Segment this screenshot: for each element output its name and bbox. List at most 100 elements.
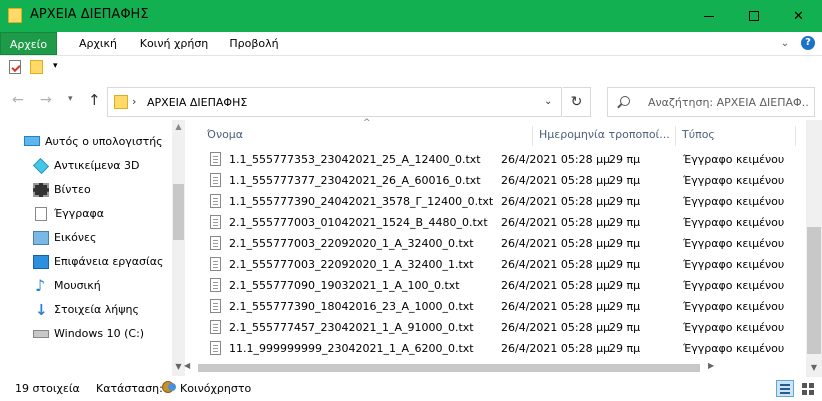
- file-date: 26/4/2021 05:28 μμ: [501, 300, 611, 313]
- text-file-icon: [210, 194, 221, 208]
- sidebar-item-downloads[interactable]: ↓ Στοιχεία λήψης: [0, 298, 168, 322]
- file-type: Έγγραφο κειμένου: [683, 195, 785, 208]
- forward-arrow-icon[interactable]: →: [40, 92, 52, 108]
- breadcrumb-chevron-icon[interactable]: ›: [132, 95, 136, 108]
- column-header-name[interactable]: Όνομα: [207, 128, 532, 150]
- text-file-icon: [210, 215, 221, 229]
- sidebar-item-documents[interactable]: Έγγραφα: [0, 202, 168, 226]
- navigation-pane: Αυτός ο υπολογιστής Αντικείμενα 3D Βίντε…: [0, 120, 185, 376]
- search-icon: [620, 96, 630, 106]
- scrollbar-thumb[interactable]: [173, 184, 184, 240]
- address-bar[interactable]: › ΑΡΧΕΙΑ ΔΙΕΠΑΦΗΣ ⌄: [107, 87, 562, 117]
- file-date: 26/4/2021 05:28 μμ: [501, 321, 611, 334]
- sidebar-scrollbar[interactable]: ▲ ▼: [172, 120, 185, 376]
- refresh-button[interactable]: ↻: [563, 87, 591, 117]
- column-header-type[interactable]: Τύπος: [682, 128, 792, 150]
- text-file-icon: [210, 278, 221, 292]
- table-row[interactable]: 11.1_999999999_23042021_1_A_6200_0.txt 2…: [197, 339, 801, 360]
- cube-icon: [33, 158, 49, 174]
- hard-drive-icon: [33, 330, 49, 338]
- sidebar-item-pictures[interactable]: Εικόνες: [0, 226, 168, 250]
- text-file-icon: [210, 236, 221, 250]
- file-name: 1.1_555777390_24042021_3578_Γ_12400_0.tx…: [229, 195, 494, 208]
- address-dropdown-icon[interactable]: ⌄: [544, 96, 552, 107]
- new-folder-icon[interactable]: [30, 60, 43, 74]
- scroll-up-icon[interactable]: ▲: [172, 122, 185, 131]
- file-date: 26/4/2021 05:28 μμ: [501, 195, 611, 208]
- column-divider[interactable]: [795, 126, 796, 146]
- close-button[interactable]: ✕: [776, 0, 821, 32]
- file-date: 26/4/2021 05:28 μμ: [501, 258, 611, 271]
- sidebar-item-label: Εικόνες: [54, 231, 97, 244]
- file-name: 2.1_555777090_19032021_1_A_100_0.txt: [229, 279, 460, 292]
- large-icons-view-icon[interactable]: [800, 380, 816, 397]
- details-view-icon[interactable]: [776, 380, 794, 397]
- tab-view[interactable]: Προβολή: [222, 32, 286, 55]
- desktop-icon: [33, 255, 49, 269]
- file-size: 29 πμ: [609, 300, 641, 313]
- sidebar-item-label: Έγγραφα: [54, 207, 104, 220]
- sidebar-item-desktop[interactable]: Επιφάνεια εργασίας: [0, 250, 168, 274]
- sidebar-item-videos[interactable]: Βίντεο: [0, 178, 168, 202]
- sidebar-item-label: Στοιχεία λήψης: [54, 303, 139, 316]
- tab-share[interactable]: Κοινή χρήση: [135, 32, 213, 55]
- minimize-icon: [703, 15, 714, 17]
- recent-locations-icon[interactable]: ▾: [68, 94, 73, 104]
- file-list-scrollbar[interactable]: ▼: [806, 120, 822, 377]
- scrollbar-thumb[interactable]: [198, 364, 700, 372]
- file-size: 29 πμ: [609, 216, 641, 229]
- table-row[interactable]: 2.1_555777003_22092020_1_A_32400_1.txt 2…: [197, 255, 801, 276]
- status-bar: 19 στοιχεία Κατάσταση: Κοινόχρηστο: [0, 377, 822, 401]
- shared-users-icon: [162, 381, 176, 393]
- breadcrumb[interactable]: ΑΡΧΕΙΑ ΔΙΕΠΑΦΗΣ: [147, 96, 247, 109]
- column-divider[interactable]: [675, 126, 676, 146]
- expand-ribbon-icon[interactable]: ⌄: [779, 38, 791, 50]
- scroll-left-icon[interactable]: ◀: [184, 361, 190, 370]
- text-file-icon: [210, 299, 221, 313]
- table-row[interactable]: 2.1_555777090_19032021_1_A_100_0.txt 26/…: [197, 276, 801, 297]
- table-row[interactable]: 2.1_555777457_23042021_1_A_91000_0.txt 2…: [197, 318, 801, 339]
- minimize-button[interactable]: [686, 0, 731, 32]
- file-name: 2.1_555777003_01042021_1524_B_4480_0.txt: [229, 216, 488, 229]
- sidebar-item-3d-objects[interactable]: Αντικείμενα 3D: [0, 154, 168, 178]
- quick-access-toolbar: ▾: [0, 57, 822, 79]
- back-arrow-icon[interactable]: ←: [12, 92, 24, 108]
- navigation-bar: ← → ▾ ↑ › ΑΡΧΕΙΑ ΔΙΕΠΑΦΗΣ ⌄ ↻ Αναζήτηση:…: [0, 84, 822, 117]
- table-row[interactable]: 2.1_555777390_18042016_23_A_1000_0.txt 2…: [197, 297, 801, 318]
- help-icon[interactable]: ?: [801, 36, 815, 50]
- scroll-down-icon[interactable]: ▼: [806, 363, 822, 372]
- file-size: 29 πμ: [609, 237, 641, 250]
- table-row[interactable]: 1.1_555777353_23042021_25_A_12400_0.txt …: [197, 150, 801, 171]
- scroll-right-icon[interactable]: ▶: [708, 361, 714, 370]
- file-type: Έγγραφο κειμένου: [683, 216, 785, 229]
- sidebar-item-drive-c[interactable]: Windows 10 (C:): [0, 322, 168, 346]
- text-file-icon: [210, 173, 221, 187]
- table-row[interactable]: 1.1_555777390_24042021_3578_Γ_12400_0.tx…: [197, 192, 801, 213]
- sidebar-item-music[interactable]: ♪ Μουσική: [0, 274, 168, 298]
- sidebar-item-this-pc[interactable]: Αυτός ο υπολογιστής: [0, 130, 168, 154]
- scrollbar-thumb[interactable]: [807, 227, 821, 354]
- picture-icon: [33, 231, 49, 245]
- table-row[interactable]: 1.1_555777377_23042021_26_A_60016_0.txt …: [197, 171, 801, 192]
- title-bar[interactable]: ΑΡΧΕΙΑ ΔΙΕΠΑΦΗΣ ✕: [0, 0, 822, 32]
- column-divider[interactable]: [532, 126, 533, 146]
- file-name: 2.1_555777003_22092020_1_A_32400_1.txt: [229, 258, 474, 271]
- customize-toolbar-icon[interactable]: ▾: [53, 61, 58, 71]
- tab-file[interactable]: Αρχείο: [0, 32, 57, 55]
- file-name: 2.1_555777457_23042021_1_A_91000_0.txt: [229, 321, 474, 334]
- table-row[interactable]: 2.1_555777003_22092020_1_A_32400_0.txt 2…: [197, 234, 801, 255]
- maximize-button[interactable]: [731, 0, 776, 32]
- sidebar-item-label: Αντικείμενα 3D: [54, 159, 140, 172]
- column-header-date[interactable]: Ημερομηνία τροποποί...: [539, 128, 674, 150]
- file-date: 26/4/2021 05:28 μμ: [501, 279, 611, 292]
- file-name: 2.1_555777003_22092020_1_A_32400_0.txt: [229, 237, 474, 250]
- up-arrow-icon[interactable]: ↑: [88, 91, 101, 109]
- file-type: Έγγραφο κειμένου: [683, 237, 785, 250]
- table-row[interactable]: 2.1_555777003_01042021_1524_B_4480_0.txt…: [197, 213, 801, 234]
- file-size: 29 πμ: [609, 279, 641, 292]
- horizontal-scrollbar[interactable]: ◀ ▶: [184, 361, 725, 375]
- properties-icon[interactable]: [9, 60, 21, 74]
- tab-home[interactable]: Αρχική: [68, 32, 128, 55]
- file-type: Έγγραφο κειμένου: [683, 342, 785, 355]
- search-input[interactable]: Αναζήτηση: ΑΡΧΕΙΑ ΔΙΕΠΑΦ...: [607, 87, 815, 117]
